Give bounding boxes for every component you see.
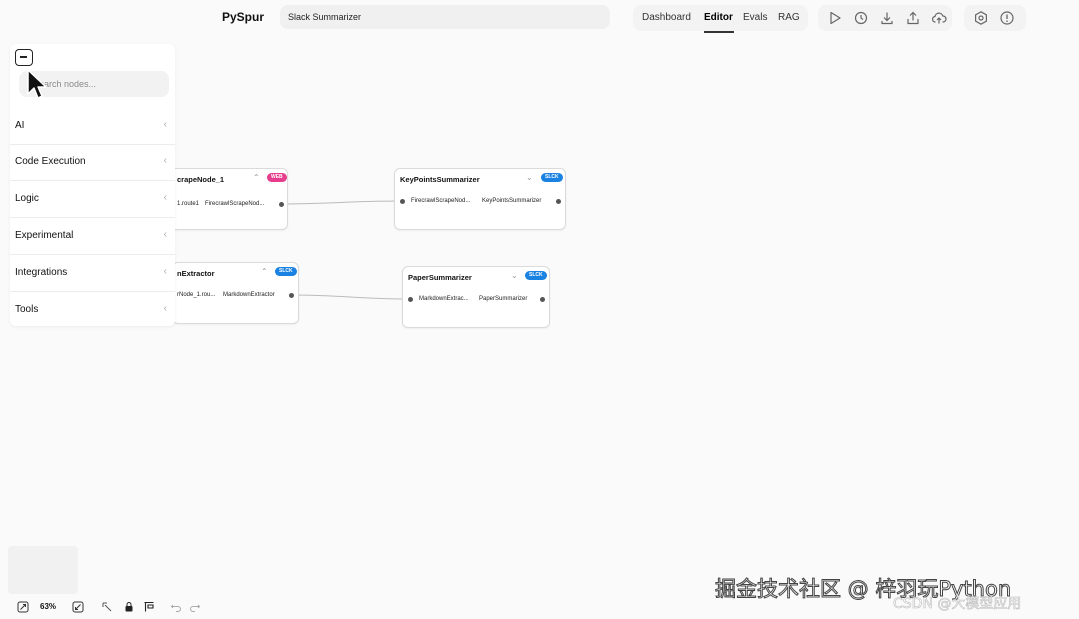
settings-icon[interactable] [973,10,989,26]
node-badge: SLCK [525,271,547,280]
node-output-port[interactable] [556,199,561,204]
settings-toolbar [964,5,1026,31]
chevron-up-icon[interactable]: ⌃ [261,267,268,276]
main-nav: Dashboard Editor Evals RAG [633,5,808,31]
node-output-label: MarkdownExtractor [223,292,275,298]
node-output-port[interactable] [540,297,545,302]
node-output-port[interactable] [289,293,294,298]
chevron-left-icon: ‹ [163,229,167,240]
select-tool-icon[interactable] [101,600,113,612]
node-title: KeyPointsSummarizer [400,175,480,184]
collapse-sidebar-button[interactable] [15,49,33,66]
history-icon[interactable] [853,10,869,26]
workflow-toolbar [818,5,952,31]
workflow-node-paper[interactable]: PaperSummarizer ⌄ SLCK MarkdownExtrac...… [402,266,550,328]
lock-icon[interactable] [123,600,135,612]
canvas-controls: 63% [0,596,220,616]
node-badge: WEB [267,173,287,182]
upload-icon[interactable] [905,10,921,26]
node-input-label: 1.route1 [177,201,200,207]
minimap[interactable] [8,546,78,594]
workflow-node-scrape[interactable]: crapeNode_1 ⌃ WEB 1.route1 FirecrawlScra… [168,168,288,230]
node-title: crapeNode_1 [177,175,225,184]
category-label: Logic [15,193,39,204]
active-tab-indicator [704,31,734,33]
category-logic[interactable]: Logic ‹ [10,181,175,218]
node-output-label: KeyPointsSummarizer [482,198,542,204]
chevron-left-icon: ‹ [163,192,167,203]
category-label: Experimental [15,230,74,241]
top-header: PySpur Slack Summarizer Dashboard Editor… [0,0,1079,36]
node-output-label: PaperSummarizer [479,296,528,302]
undo-icon[interactable] [170,600,182,612]
category-experimental[interactable]: Experimental ‹ [10,218,175,255]
chevron-left-icon: ‹ [163,119,167,130]
category-label: Integrations [15,267,68,278]
node-input-port[interactable] [400,199,405,204]
workflow-name-input[interactable]: Slack Summarizer [280,5,610,29]
chevron-left-icon: ‹ [163,266,167,277]
watermark-csdn: CSDN @大模型应用 [893,596,1022,613]
layout-icon[interactable] [143,600,155,612]
fit-view-icon[interactable] [17,600,29,613]
category-tools[interactable]: Tools ‹ [10,292,175,329]
zoom-level: 63% [40,602,57,611]
category-code-execution[interactable]: Code Execution ‹ [10,144,175,181]
tab-rag[interactable]: RAG [778,12,800,23]
edge-scrape-to-keypoints [280,200,402,205]
category-ai[interactable]: AI ‹ [10,108,175,145]
edge-extractor-to-paper [290,294,410,300]
workflow-node-keypoints[interactable]: KeyPointsSummarizer ⌄ SLCK FirecrawlScra… [394,168,566,230]
node-title: PaperSummarizer [408,273,472,282]
category-integrations[interactable]: Integrations ‹ [10,255,175,292]
redo-icon[interactable] [189,600,201,612]
node-input-label: rNode_1.rou... [177,292,216,298]
brand-logo[interactable]: PySpur [222,10,264,24]
node-input-label: FirecrawlScrapeNod... [411,198,471,204]
expand-icon[interactable] [72,600,84,613]
mouse-cursor-icon [27,69,47,99]
play-icon[interactable] [827,10,843,26]
download-icon[interactable] [879,10,895,26]
node-output-port[interactable] [279,202,284,207]
chevron-left-icon: ‹ [163,303,167,314]
node-input-label: MarkdownExtrac... [419,296,469,302]
node-title: nExtractor [177,269,215,278]
chevron-left-icon: ‹ [163,155,167,166]
chevron-down-icon[interactable]: ⌄ [511,271,518,280]
node-output-label: FirecrawlScrapeNod... [205,201,265,207]
node-badge: SLCK [275,267,297,276]
node-badge: SLCK [541,173,563,182]
cloud-deploy-icon[interactable] [931,10,947,26]
chevron-up-icon[interactable]: ⌃ [253,173,260,182]
tab-dashboard[interactable]: Dashboard [642,12,691,23]
chevron-down-icon[interactable]: ⌄ [526,173,533,182]
node-input-port[interactable] [408,297,413,302]
tab-evals[interactable]: Evals [743,12,767,23]
workflow-node-extractor[interactable]: nExtractor ⌃ SLCK rNode_1.rou... Markdow… [172,262,299,324]
help-icon[interactable] [999,10,1015,26]
category-label: AI [15,120,25,131]
category-label: Code Execution [15,156,86,167]
tab-editor[interactable]: Editor [704,12,733,23]
category-label: Tools [15,304,39,315]
